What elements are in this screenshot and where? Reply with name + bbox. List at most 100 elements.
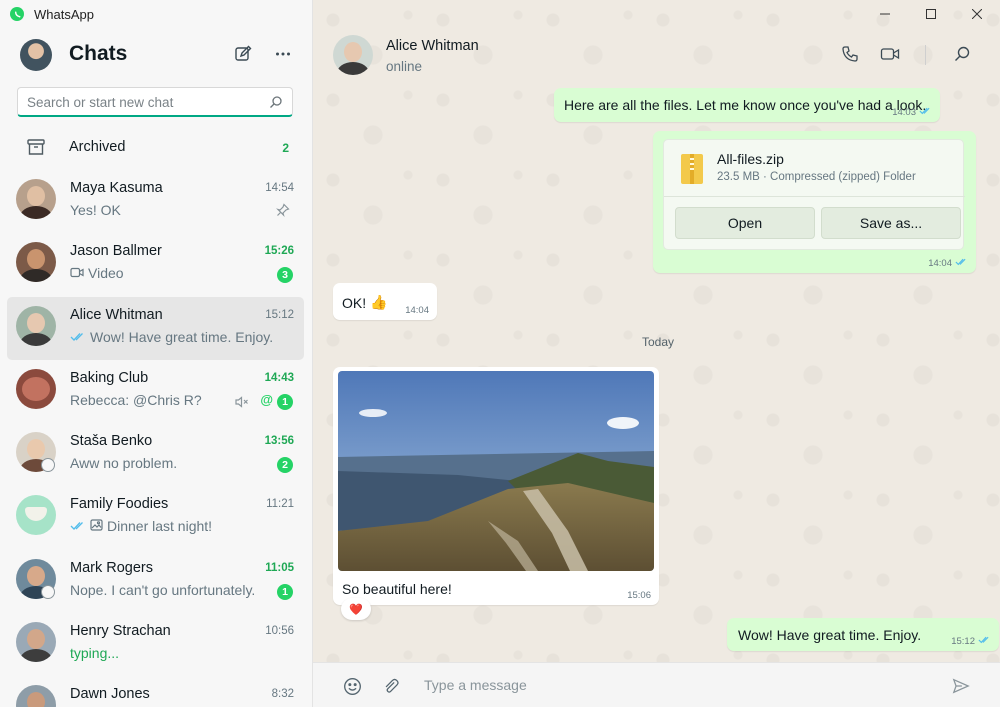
chat-preview: Video xyxy=(70,265,124,281)
chat-item-mark-rogers[interactable]: Mark Rogers 11:05 Nope. I can't go unfor… xyxy=(7,550,304,613)
chat-preview-text: Wow! Have great time. Enjoy. xyxy=(90,328,274,345)
search-box[interactable] xyxy=(17,87,293,117)
emoji-icon[interactable] xyxy=(342,676,362,696)
avatar xyxy=(16,179,56,219)
chat-name: Baking Club xyxy=(70,369,149,386)
window-controls xyxy=(862,0,1000,28)
whatsapp-logo-icon xyxy=(10,7,24,21)
chat-time: 14:43 xyxy=(264,371,294,384)
message-meta: 14:03 xyxy=(892,107,932,118)
conversation-header[interactable]: Alice Whitman online xyxy=(313,28,1000,84)
message-text: Here are all the files. Let me know once… xyxy=(564,97,927,113)
chat-preview-text: Video xyxy=(88,265,124,282)
archived-label: Archived xyxy=(69,139,126,155)
minimize-icon[interactable] xyxy=(862,0,908,28)
phone-icon[interactable] xyxy=(840,44,860,64)
chat-time: 15:26 xyxy=(264,245,294,258)
chat-preview-text: Nope. I can't go unfortunately. xyxy=(70,581,256,598)
chat-item-stasa-benko[interactable]: Staša Benko 13:56 Aww no problem. 2 xyxy=(7,423,304,486)
date-separator: Today xyxy=(641,335,675,349)
message-outgoing-file: All-files.zip 23.5 MB · Compressed (zipp… xyxy=(653,131,976,273)
file-name: All-files.zip xyxy=(717,151,784,167)
chat-preview: Rebecca: @Chris R? xyxy=(70,392,202,408)
unread-badge: 1 xyxy=(277,393,293,410)
open-file-button[interactable]: Open xyxy=(675,207,815,239)
archived-row[interactable]: Archived 2 xyxy=(0,133,313,163)
message-outgoing[interactable]: Wow! Have great time. Enjoy. 15:12 xyxy=(727,618,999,651)
chat-preview: Nope. I can't go unfortunately. xyxy=(70,582,255,598)
chat-preview: Wow! Have great time. Enjoy. xyxy=(70,329,273,345)
status-ring-icon xyxy=(41,584,55,599)
contact-avatar[interactable] xyxy=(333,35,373,75)
avatar xyxy=(16,242,56,283)
send-icon[interactable] xyxy=(951,676,971,696)
chat-item-alice-whitman[interactable]: Alice Whitman 15:12 Wow! Have great time… xyxy=(7,296,304,360)
message-meta: 14:04 xyxy=(928,258,968,269)
message-input[interactable] xyxy=(424,674,924,696)
message-composer xyxy=(313,662,1000,707)
chat-item-henry-strachan[interactable]: Henry Strachan 10:56 typing... xyxy=(7,613,304,676)
chat-item-baking-club[interactable]: Baking Club 14:43 Rebecca: @Chris R? @ 1 xyxy=(7,360,304,423)
chat-preview-text: Yes! OK xyxy=(70,202,121,218)
search-icon[interactable] xyxy=(952,44,972,64)
message-time: 15:06 xyxy=(627,590,651,601)
double-check-icon xyxy=(955,258,968,269)
message-incoming[interactable]: OK! 👍 14:04 xyxy=(333,283,437,320)
photo-icon xyxy=(90,518,103,534)
chat-item-maya-kasuma[interactable]: Maya Kasuma 14:54 Yes! OK xyxy=(7,170,304,233)
chat-name: Alice Whitman xyxy=(70,306,163,323)
search-input[interactable] xyxy=(27,93,267,111)
save-as-button[interactable]: Save as... xyxy=(821,207,961,239)
chat-preview: Aww no problem. xyxy=(70,455,177,471)
photo-caption: So beautiful here! xyxy=(342,581,452,597)
chat-item-jason-ballmer[interactable]: Jason Ballmer 15:26 Video 3 xyxy=(7,233,304,296)
close-icon[interactable] xyxy=(954,0,1000,28)
avatar xyxy=(16,622,56,663)
chat-item-dawn-jones[interactable]: Dawn Jones 8:32 xyxy=(7,676,304,707)
conversation-pane: Alice Whitman online Here are all the fi… xyxy=(313,0,1000,707)
double-check-icon xyxy=(70,518,86,534)
contact-name: Alice Whitman xyxy=(386,38,479,54)
chat-item-family-foodies[interactable]: Family Foodies 11:21 Dinner last night! xyxy=(7,486,304,549)
more-options-icon[interactable] xyxy=(274,45,292,63)
header-divider xyxy=(925,45,926,65)
chat-name: Staša Benko xyxy=(70,433,153,450)
unread-badge: 2 xyxy=(277,457,293,474)
video-call-icon[interactable] xyxy=(880,44,900,64)
mention-icon: @ xyxy=(260,391,273,407)
message-outgoing[interactable]: Here are all the files. Let me know once… xyxy=(554,88,940,122)
chat-name: Maya Kasuma xyxy=(70,180,163,196)
chat-name: Family Foodies xyxy=(70,496,169,513)
photo-attachment[interactable] xyxy=(338,371,654,571)
archived-count: 2 xyxy=(282,141,289,155)
file-attachment-card: All-files.zip 23.5 MB · Compressed (zipp… xyxy=(663,139,965,250)
avatar xyxy=(16,368,56,409)
chat-time: 14:54 xyxy=(265,182,294,194)
pin-icon xyxy=(276,203,290,217)
divider xyxy=(664,196,965,197)
chat-time: 11:05 xyxy=(265,561,294,574)
message-content: OK! 👍 xyxy=(342,294,388,311)
message-time: 14:03 xyxy=(892,107,916,118)
chat-time: 15:12 xyxy=(265,308,294,321)
heart-reaction-icon: ❤️ xyxy=(349,603,363,616)
attach-icon[interactable] xyxy=(381,676,401,696)
chat-preview: typing... xyxy=(70,645,119,661)
my-profile-avatar[interactable] xyxy=(20,39,52,71)
avatar xyxy=(16,305,56,346)
compose-icon[interactable] xyxy=(234,45,252,63)
chat-preview-text: Aww no problem. xyxy=(70,455,178,472)
message-incoming-photo[interactable]: So beautiful here! 15:06 xyxy=(333,367,659,605)
search-icon[interactable] xyxy=(269,95,283,109)
page-title: Chats xyxy=(69,42,128,65)
reaction-badge[interactable]: ❤️ xyxy=(341,598,371,620)
chat-preview-text: Dinner last night! xyxy=(107,518,213,535)
chat-time: 13:56 xyxy=(264,435,294,448)
message-meta: 15:12 xyxy=(951,636,991,647)
mute-icon xyxy=(235,395,249,408)
avatar xyxy=(16,685,56,707)
unread-badge: 1 xyxy=(277,583,293,600)
maximize-icon[interactable] xyxy=(908,0,954,28)
chat-sidebar: WhatsApp Chats Archived 2 Maya Kasuma xyxy=(0,0,313,707)
chat-name: Henry Strachan xyxy=(70,623,171,640)
